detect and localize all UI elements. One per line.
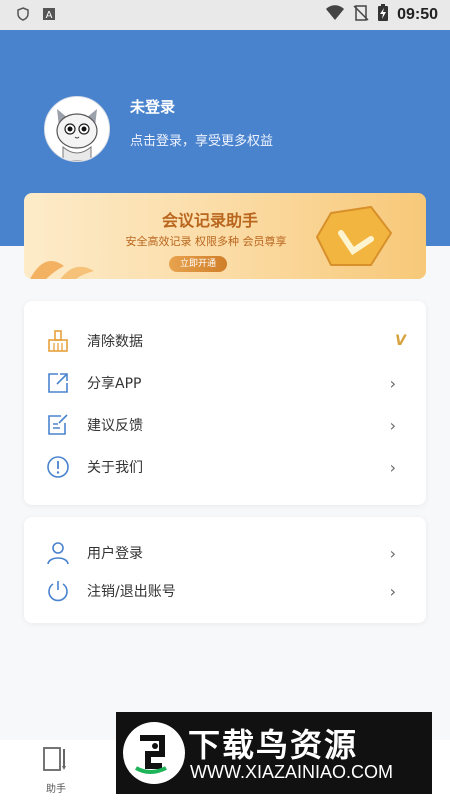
feedback-icon	[45, 412, 71, 438]
clock: 09:50	[397, 6, 438, 23]
login-hint[interactable]: 点击登录，享受更多权益	[130, 130, 273, 149]
menu-item-label: 注销/退出账号	[87, 584, 176, 600]
no-sim-icon	[353, 5, 369, 25]
menu-item-label: 用户登录	[87, 546, 143, 562]
chevron-right-icon: ›	[389, 581, 396, 601]
menu-item-label: 清除数据	[87, 334, 143, 350]
power-icon	[45, 578, 71, 604]
svg-text:A: A	[46, 10, 53, 21]
chevron-right-icon: ›	[389, 543, 396, 563]
user-icon	[45, 540, 71, 566]
share-icon	[45, 370, 71, 396]
vip-badge-icon: V	[395, 333, 406, 349]
shield-icon	[16, 6, 30, 25]
menu-item-clear-data[interactable]: 清除数据 V	[24, 321, 426, 361]
watermark-title: 下载鸟资源	[188, 726, 359, 764]
menu-item-user-login[interactable]: 用户登录 ›	[24, 533, 426, 573]
menu-item-label: 分享APP	[87, 376, 142, 392]
menu-item-label: 建议反馈	[87, 418, 143, 434]
settings-card: 清除数据 V 分享APP › 建议反馈 › 关于我们 ›	[24, 301, 426, 505]
watermark-url: WWW.XIAZAINIAO.COM	[190, 762, 393, 782]
vip-banner[interactable]: 会议记录助手 安全高效记录 权限多种 会员尊享 立即开通	[24, 193, 426, 279]
battery-charging-icon	[377, 4, 389, 26]
avatar[interactable]	[44, 96, 110, 162]
info-icon	[45, 454, 71, 480]
chevron-right-icon: ›	[389, 373, 396, 393]
tab-assistant[interactable]: 助手	[24, 746, 88, 798]
open-vip-button[interactable]: 立即开通	[169, 256, 227, 272]
menu-item-feedback[interactable]: 建议反馈 ›	[24, 405, 426, 445]
chevron-right-icon: ›	[389, 457, 396, 477]
account-card: 用户登录 › 注销/退出账号 ›	[24, 517, 426, 623]
menu-item-label: 关于我们	[87, 460, 143, 476]
vip-title: 会议记录助手	[161, 211, 258, 230]
broom-icon	[45, 328, 71, 354]
notebook-icon	[42, 746, 70, 776]
wifi-icon	[325, 5, 345, 25]
menu-item-about-us[interactable]: 关于我们 ›	[24, 447, 426, 487]
status-bar: A 09:50	[0, 0, 450, 30]
font-a-icon: A	[42, 6, 56, 25]
menu-item-logout[interactable]: 注销/退出账号 ›	[24, 571, 426, 611]
login-status[interactable]: 未登录	[130, 96, 175, 117]
bird-logo-icon	[123, 722, 185, 784]
vip-subtitle: 安全高效记录 权限多种 会员尊享	[125, 235, 287, 248]
chevron-right-icon: ›	[389, 415, 396, 435]
tab-label: 助手	[46, 784, 66, 795]
menu-item-share-app[interactable]: 分享APP ›	[24, 363, 426, 403]
watermark: 下载鸟资源 WWW.XIAZAINIAO.COM	[116, 712, 432, 794]
